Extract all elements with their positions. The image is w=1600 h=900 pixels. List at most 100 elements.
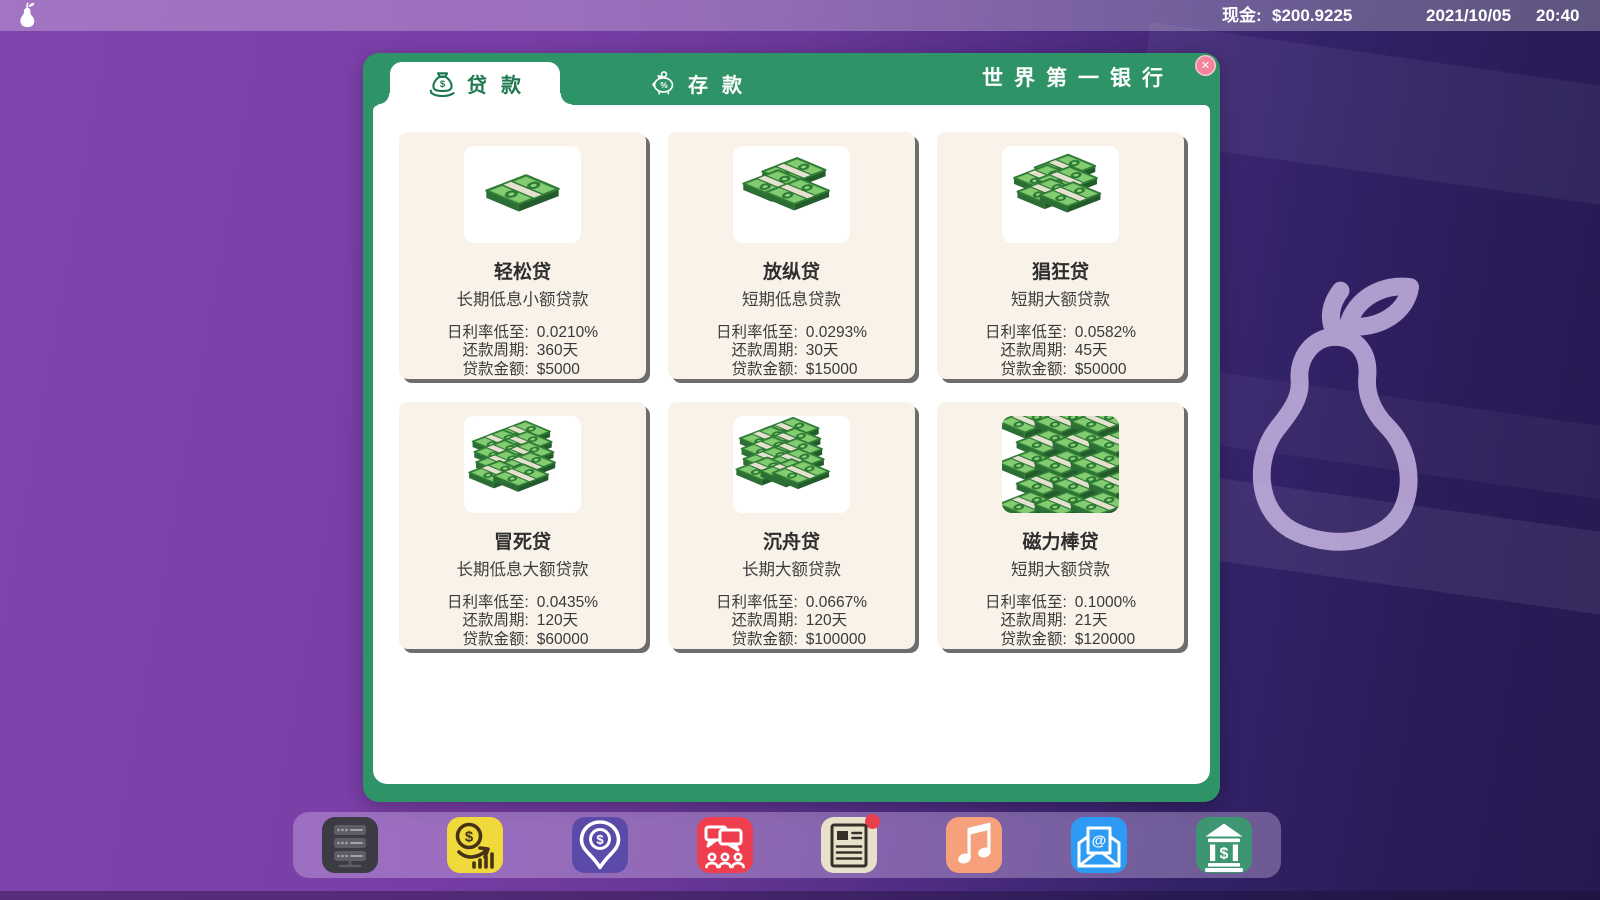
game-screen: 现金: $200.9225 2021/10/05 20:40 $ 贷款 % 存 [0, 0, 1600, 900]
money-pile-box [464, 146, 581, 243]
tab-deposits[interactable]: % 存款 [650, 62, 742, 105]
pear-icon [14, 2, 41, 29]
svg-text:$: $ [1219, 846, 1228, 863]
stat-label: 日利率低至: [447, 324, 529, 343]
stat-value: 21天 [1075, 612, 1136, 631]
stat-label: 还款周期: [716, 612, 798, 631]
loan-stats: 日利率低至:0.0293%还款周期:30天贷款金额:$15000 [716, 324, 867, 380]
stat-label: 贷款金额: [985, 631, 1067, 650]
dock-item-bank-building[interactable]: $ [1196, 817, 1252, 873]
stat-value: $100000 [806, 631, 867, 650]
loan-description: 短期大额贷款 [1011, 556, 1110, 580]
stat-label: 贷款金额: [985, 361, 1067, 380]
stat-value: 360天 [537, 342, 598, 361]
stat-label: 还款周期: [985, 612, 1067, 631]
tab-loans-label: 贷款 [467, 69, 535, 98]
svg-text:$: $ [440, 79, 446, 90]
dock-item-music-note[interactable] [946, 817, 1002, 873]
pear-watermark-icon [1230, 220, 1444, 618]
close-button[interactable]: ✕ [1195, 55, 1216, 76]
loan-description: 长期低息大额贷款 [457, 556, 589, 580]
stat-value: 120天 [537, 612, 598, 631]
money-pile-box [733, 416, 850, 513]
loan-description: 短期低息贷款 [742, 286, 841, 310]
dock-item-finance-chart[interactable]: $ [447, 817, 503, 873]
stat-label: 日利率低至: [716, 594, 798, 613]
loan-stats: 日利率低至: 0.0210% 还款周期: 360天贷款金额: $5000 [447, 324, 598, 380]
svg-text:%: % [660, 81, 668, 90]
money-pile-3 [1002, 146, 1119, 243]
stat-label: 日利率低至: [716, 324, 798, 343]
dock-item-mail-at[interactable]: @ [1071, 817, 1127, 873]
bank-title: 世界第一银行 [982, 53, 1174, 105]
loan-card[interactable]: 冒死贷 长期低息大额贷款 日利率低至: 0.0435% 还款周期: 120天贷款金额:… [399, 402, 646, 649]
loan-card[interactable]: 磁力棒贷 短期大额贷款 日利率低至:0.1000%还款周期:21天贷款金额:$1… [937, 402, 1184, 649]
dock-item-chat-group[interactable] [697, 817, 753, 873]
stat-label: 日利率低至: [985, 324, 1067, 343]
money-pile-1 [464, 146, 581, 243]
stat-value: 0.0210% [537, 324, 598, 343]
loan-card[interactable]: 放纵贷 短期低息贷款 日利率低至:0.0293%还款周期:30天贷款金额:$15… [668, 132, 915, 379]
app-dock: $ $ [293, 812, 1281, 878]
loan-card[interactable]: 沉舟贷 长期大额贷款 日利率低至:0.0667%还款周期:120天贷款金额:$1… [668, 402, 915, 649]
svg-text:$: $ [465, 829, 474, 846]
stat-label: 还款周期: [985, 342, 1067, 361]
stat-value: 0.0435% [537, 594, 598, 613]
bank-dialog: $ 贷款 % 存款 世界第一银行 ✕ [363, 53, 1220, 802]
stat-value: $5000 [537, 361, 598, 380]
loan-stats: 日利率低至: 0.0435% 还款周期: 120天贷款金额: $60000 [447, 594, 598, 650]
stat-label: 日利率低至: [447, 594, 529, 613]
stat-value: 120天 [806, 612, 867, 631]
money-pile-6 [1002, 416, 1119, 513]
stat-value: 0.0293% [806, 324, 867, 343]
stat-value: 0.1000% [1075, 594, 1136, 613]
stat-label: 贷款金额: [447, 631, 529, 650]
loan-name: 猖狂贷 [1032, 257, 1089, 284]
loan-stats: 日利率低至: 0.0582% 还款周期: 45天贷款金额: $50000 [985, 324, 1136, 380]
stat-label: 还款周期: [716, 342, 798, 361]
cash-value: $200.9225 [1272, 0, 1352, 31]
dock-item-newspaper[interactable] [821, 817, 877, 873]
loan-description: 长期大额贷款 [742, 556, 841, 580]
date-label: 2021/10/05 [1426, 0, 1511, 31]
money-pile-box [1002, 146, 1119, 243]
stat-value: 0.0582% [1075, 324, 1136, 343]
tab-loans[interactable]: $ 贷款 [390, 62, 560, 105]
money-pile-box [464, 416, 581, 513]
money-pile-box [1002, 416, 1119, 513]
stat-value: 45天 [1075, 342, 1136, 361]
piggy-bank-icon: % [650, 70, 677, 97]
money-pile-4 [464, 416, 581, 513]
stat-label: 贷款金额: [716, 361, 798, 380]
status-bar: 现金: $200.9225 2021/10/05 20:40 [0, 0, 1600, 31]
hand-moneybag-icon: $ [429, 70, 456, 97]
stat-value: $60000 [537, 631, 598, 650]
money-pile-box [733, 146, 850, 243]
money-pile-5 [733, 416, 850, 513]
stat-value: $15000 [806, 361, 867, 380]
loan-card[interactable]: 轻松贷 长期低息小额贷款 日利率低至: 0.0210% 还款周期: 360天贷款金额:… [399, 132, 646, 379]
loan-name: 轻松贷 [494, 257, 551, 284]
loan-name: 冒死贷 [494, 527, 551, 554]
loan-name: 放纵贷 [763, 257, 820, 284]
cash-label: 现金: [1222, 0, 1262, 31]
close-x-icon: ✕ [1201, 59, 1210, 72]
money-pile-2 [733, 146, 850, 243]
dock-item-server-rack[interactable] [322, 817, 378, 873]
dock-item-map-pin-dollar[interactable]: $ [572, 817, 628, 873]
stat-label: 还款周期: [447, 612, 529, 631]
stat-label: 日利率低至: [985, 594, 1067, 613]
stat-value: 0.0667% [806, 594, 867, 613]
dialog-content: 轻松贷 长期低息小额贷款 日利率低至:0.0210%还款周期:360天贷款金额:… [373, 105, 1210, 784]
stat-label: 贷款金额: [447, 361, 529, 380]
loan-name: 磁力棒贷 [1022, 527, 1098, 554]
loan-description: 长期低息小额贷款 [457, 286, 589, 310]
bottom-shade-bar [0, 891, 1600, 900]
loan-card[interactable]: 猖狂贷 短期大额贷款 日利率低至: 0.0582% 还款周期: 45天贷款金额: $50… [937, 132, 1184, 379]
stat-label: 还款周期: [447, 342, 529, 361]
loan-name: 沉舟贷 [763, 527, 820, 554]
loan-description: 短期大额贷款 [1011, 286, 1110, 310]
time-label: 20:40 [1536, 0, 1579, 31]
svg-text:@: @ [1092, 833, 1107, 850]
stat-value: $50000 [1075, 361, 1136, 380]
